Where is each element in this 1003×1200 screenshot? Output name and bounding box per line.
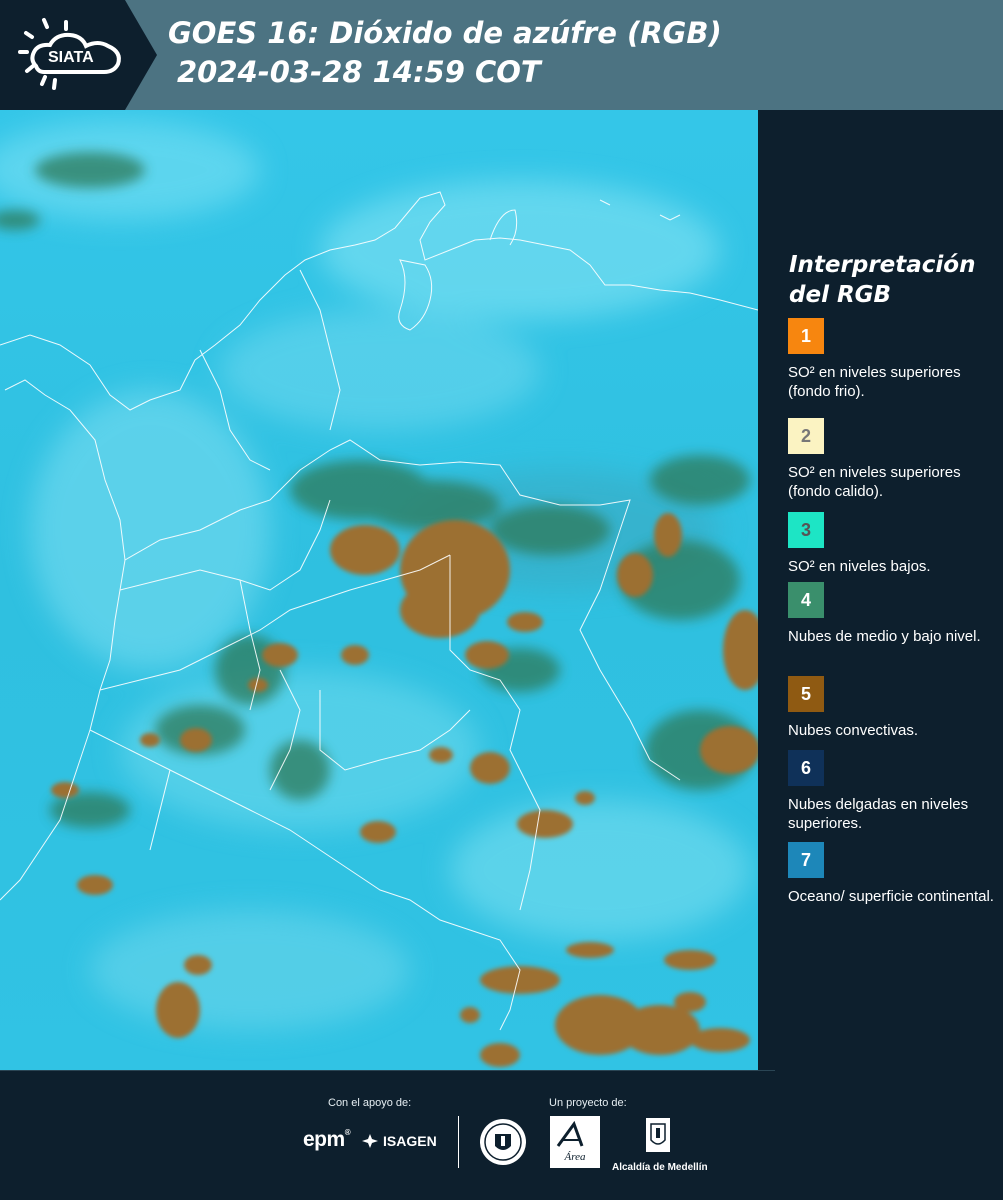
legend-item: 2 SO² en niveles superiores (fondo calido… [788, 418, 998, 501]
header-bar: SIATA GOES 16: Dióxido de azúfre (RGB) 2… [0, 0, 1003, 110]
alcaldia-shield-icon [646, 1118, 670, 1152]
epm-logo: epm® [303, 1128, 351, 1151]
legend-title: Interpretación del RGB [789, 252, 976, 308]
legend-item: 4 Nubes de medio y bajo nivel. [788, 582, 998, 646]
legend-swatch: 3 [788, 512, 824, 548]
legend-swatch: 2 [788, 418, 824, 454]
legend-label: Oceano/ superficie continental. [788, 888, 994, 905]
legend-item: 6 Nubes delgadas en niveles superiores. [788, 750, 998, 833]
legend-panel: Interpretación del RGB 1 SO² en niveles s… [758, 110, 1003, 1070]
area-logo-text: Área [564, 1151, 586, 1163]
siata-logo-text: SIATA [48, 49, 94, 66]
alcaldia-medellin-logo: Alcaldía de Medellín [612, 1116, 708, 1173]
footer-divider [0, 1070, 775, 1071]
page-title: GOES 16: Dióxido de azúfre (RGB) [168, 16, 722, 50]
project-label: Un proyecto de: [549, 1097, 627, 1109]
support-label: Con el apoyo de: [328, 1097, 412, 1109]
page-timestamp: 2024-03-28 14:59 COT [177, 55, 541, 89]
footer: Con el apoyo de: Un proyecto de: epm® IS… [0, 1070, 1003, 1200]
footer-vertical-divider [458, 1116, 459, 1168]
satellite-image [0, 110, 758, 1070]
isagen-logo-text: ISAGEN [383, 1133, 437, 1149]
legend-swatch: 4 [788, 582, 824, 618]
legend-swatch: 6 [788, 750, 824, 786]
legend-label: SO² en niveles superiores (fondo calido)… [788, 464, 961, 500]
medellin-seal-logo [478, 1116, 528, 1173]
legend-item: 3 SO² en niveles bajos. [788, 512, 998, 576]
legend-item: 1 SO² en niveles superiores (fondo frio). [788, 318, 998, 401]
epm-logo-text: epm [303, 1128, 345, 1151]
alcaldia-label: Alcaldía de Medellín [612, 1162, 708, 1173]
legend-swatch: 1 [788, 318, 824, 354]
area-metropolitana-logo: Área [550, 1116, 600, 1173]
isagen-icon [362, 1134, 378, 1148]
legend-item: 5 Nubes convectivas. [788, 676, 998, 740]
legend-label: SO² en niveles bajos. [788, 558, 931, 575]
satellite-map[interactable] [0, 110, 758, 1070]
legend-item: 7 Oceano/ superficie continental. [788, 842, 998, 906]
siata-logo: SIATA [0, 0, 158, 110]
legend-label: Nubes delgadas en niveles superiores. [788, 796, 969, 832]
isagen-logo: ISAGEN [361, 1133, 437, 1149]
legend-swatch: 5 [788, 676, 824, 712]
legend-swatch: 7 [788, 842, 824, 878]
legend-label: Nubes de medio y bajo nivel. [788, 628, 981, 645]
legend-label: SO² en niveles superiores (fondo frio). [788, 364, 961, 400]
legend-label: Nubes convectivas. [788, 722, 919, 739]
